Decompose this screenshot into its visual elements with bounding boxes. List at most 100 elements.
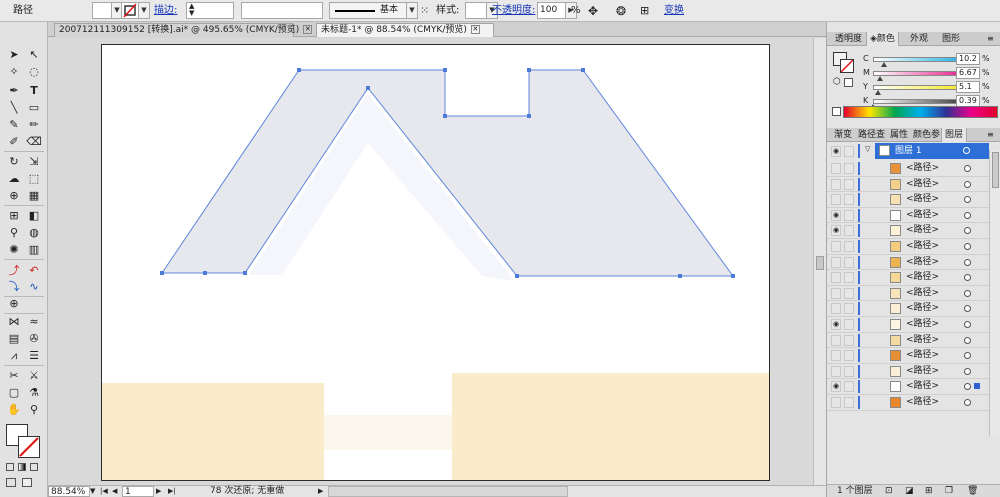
color-spectrum[interactable] [843,106,998,118]
lock-toggle[interactable] [844,146,854,157]
layer-target-icon[interactable] [964,321,971,328]
layer-row[interactable]: <路径> [827,286,989,302]
vertical-scrollbar[interactable] [813,38,826,485]
prev-page-icon[interactable]: ◀ [112,486,117,497]
opacity-field[interactable]: 100 [537,2,566,19]
close-icon[interactable]: ✕ [470,25,480,34]
blob-brush-icon[interactable]: ✐ [5,133,23,150]
visibility-eye-icon[interactable] [831,241,841,252]
lock-toggle[interactable] [844,365,854,377]
direct-selection-tool-icon[interactable]: ↖ [25,46,43,63]
layer-target-icon[interactable] [964,180,971,188]
layer-row[interactable]: <路径> [827,348,989,364]
tab-color-guide[interactable]: 颜色参 [910,128,943,142]
visibility-eye-icon[interactable] [831,272,841,284]
scale-tool-icon[interactable]: ⇲ [25,153,43,170]
layer-name[interactable]: <路径> [906,395,939,410]
gradient-mode-icon[interactable] [18,463,26,471]
stroke-profile-dropdown-icon[interactable]: ▼ [406,2,418,19]
layer-name[interactable]: 图层 1 [895,143,922,159]
visibility-eye-icon[interactable]: ◉ [831,146,841,157]
layer-name[interactable]: <路径> [906,379,939,394]
none-mode-icon[interactable] [30,463,38,471]
line-graph-icon[interactable]: ⩘ [5,347,23,364]
layer-name[interactable]: <路径> [906,192,939,207]
layer-target-icon[interactable] [964,227,971,235]
stroke-weight-field[interactable]: ▲ ▼ [186,2,234,19]
lock-toggle[interactable] [844,163,854,174]
layer-row[interactable]: ◉ <路径> [827,223,989,239]
layer-target-icon[interactable] [964,258,971,266]
layers-scrollbar[interactable] [989,150,1000,436]
settings-icon[interactable]: ❂ [616,3,626,19]
lock-toggle[interactable] [844,241,854,252]
layer-target-icon[interactable] [964,165,971,172]
channel-m-row[interactable]: M 6.67 % [827,67,1000,81]
selection-indicator[interactable] [974,383,980,390]
graphic-style-icon[interactable]: ⁙ [420,3,429,19]
channel-value[interactable]: 5.1 [956,81,980,93]
lock-toggle[interactable] [844,256,854,268]
status-menu-icon[interactable]: ▶ [318,486,323,497]
tab-pathfinder[interactable]: 路径查 [855,128,888,142]
layer-target-icon[interactable] [964,274,971,282]
visibility-eye-icon[interactable] [831,397,841,408]
tab-layers[interactable]: 图层 [941,128,968,142]
channel-value[interactable]: 6.67 [956,67,980,79]
layer-name[interactable]: <路径> [906,364,939,379]
stroke-dropdown-icon[interactable]: ▼ [138,2,150,19]
align-options-icon[interactable]: ⊞ [640,3,649,19]
layer-name[interactable]: <路径> [906,223,939,238]
lock-toggle[interactable] [844,319,854,330]
curve-tool-icon[interactable]: ∿ [25,278,43,295]
rotate-tool-icon[interactable]: ↻ [5,153,23,170]
visibility-eye-icon[interactable] [831,303,841,315]
horizontal-scrollbar[interactable] [328,486,568,497]
next-page-icon[interactable]: ▶ [156,486,161,497]
knife-tool-icon[interactable]: ⚔ [25,367,43,384]
lock-toggle[interactable] [844,194,854,206]
perspective-grid-icon[interactable]: ▦ [25,187,43,204]
roof-shape[interactable] [161,69,734,277]
hand-tool-icon[interactable]: ✋ [5,401,23,418]
pencil-tool-icon[interactable]: ✏ [25,116,43,133]
artboard-tool-icon[interactable]: ▢ [5,384,23,401]
locate-object-icon[interactable]: ⊡ [885,485,893,497]
page-field[interactable]: 1 [122,486,154,497]
brush-tool-icon[interactable]: ✎ [5,116,23,133]
layer-row[interactable]: <路径> [827,161,989,177]
tab-transparency[interactable]: 透明度 [832,32,865,46]
channel-c-row[interactable]: C 10.2 % [827,53,1000,67]
pen-tool-icon[interactable]: ✒ [5,82,23,99]
lasso-icon[interactable]: ◌ [25,63,43,80]
layer-target-icon[interactable] [964,336,971,344]
line-tool-icon[interactable]: ╲ [5,99,23,116]
warp-tool-icon[interactable]: ☁ [5,170,23,187]
expand-triangle-icon[interactable]: ▽ [865,145,870,153]
lock-toggle[interactable] [844,397,854,408]
anchor-convert-icon[interactable]: ↶ [25,262,43,279]
blend-tool-icon[interactable]: ◍ [25,224,43,241]
lock-toggle[interactable] [844,334,854,346]
layer-name[interactable]: <路径> [906,286,939,301]
visibility-eye-icon[interactable] [831,178,841,190]
visibility-eye-icon[interactable] [831,350,841,362]
eraser-tool-icon[interactable]: ⌫ [25,133,43,150]
mesh-tool-icon[interactable]: ⊞ [5,207,23,224]
layer-name[interactable]: <路径> [906,270,939,285]
column-graph-icon[interactable]: ▥ [25,241,43,258]
draw-normal-icon[interactable] [6,478,16,487]
layer-row[interactable]: <路径> [827,395,989,411]
layer-row[interactable]: ◉ <路径> [827,317,989,333]
tab-document-1[interactable]: 200712111309152 [转换].ai* @ 495.65% (CMYK… [54,23,313,37]
stroke-profile-select[interactable]: 基本 [329,2,407,19]
lock-toggle[interactable] [844,381,854,393]
layer-selected-bg[interactable]: 图层 1 [875,143,989,159]
width-tool-icon[interactable]: ⋈ [5,313,23,330]
wave-tool-icon[interactable]: ≈ [25,313,43,330]
layer-target-icon[interactable] [964,289,971,297]
artwork[interactable] [102,45,770,481]
fill-swatch[interactable] [92,2,112,19]
eyedropper-alt-icon[interactable]: ⚗ [25,384,43,401]
layer-name[interactable]: <路径> [906,208,939,223]
